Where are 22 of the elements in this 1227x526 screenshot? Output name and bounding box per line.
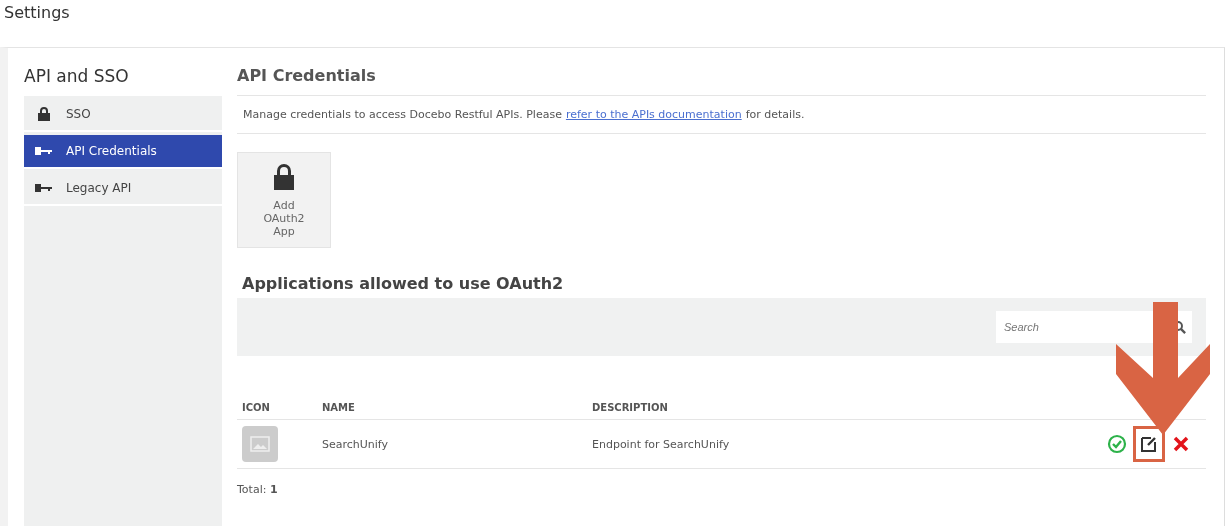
key-icon xyxy=(34,181,54,195)
table-cell: SearchUnify xyxy=(317,419,587,469)
add-app-tile[interactable]: Add OAuth2 App xyxy=(237,152,331,248)
edit-icon[interactable] xyxy=(1139,434,1159,454)
apps-title: Applications allowed to use OAuth2 xyxy=(242,274,564,293)
table-cell: Endpoint for SearchUnify xyxy=(587,419,950,469)
column-header: ICON xyxy=(237,396,317,420)
sidebar-item[interactable]: API Credentials xyxy=(24,135,222,169)
page-title: Settings xyxy=(3,2,71,24)
total-count: Total: 1 xyxy=(237,483,278,496)
delete-icon[interactable] xyxy=(1171,434,1191,454)
section-title: API Credentials xyxy=(237,66,376,85)
image-placeholder-icon xyxy=(242,426,278,462)
check-icon[interactable] xyxy=(1107,434,1127,454)
column-header: DESCRIPTION xyxy=(587,396,950,420)
intro-text: for details. xyxy=(745,108,805,121)
column-header: NAME xyxy=(317,396,587,420)
docs-link[interactable]: refer to the APIs documentation xyxy=(565,108,742,121)
intro-text: Manage credentials to access Docebo Restful APIs. Please xyxy=(243,108,562,121)
lock-icon xyxy=(273,162,295,191)
key-icon xyxy=(34,144,54,158)
sidebar-title: API and SSO xyxy=(24,66,129,86)
